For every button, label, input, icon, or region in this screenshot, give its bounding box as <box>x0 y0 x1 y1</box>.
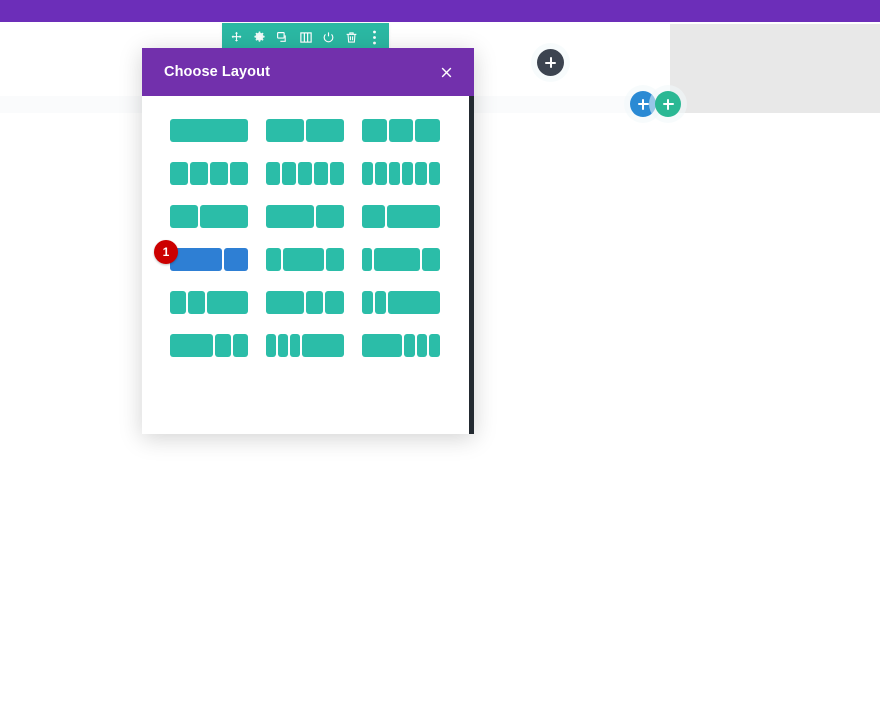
modal-title: Choose Layout <box>164 64 271 80</box>
gear-icon[interactable] <box>250 26 270 48</box>
duplicate-icon[interactable] <box>273 26 293 48</box>
add-section-button[interactable] <box>537 49 564 76</box>
layout-option-sixth-sixth-sixth-half[interactable] <box>266 334 344 357</box>
layout-column <box>401 162 414 185</box>
selection-badge: 1 <box>154 240 178 264</box>
layout-option-2-columns[interactable] <box>266 119 344 142</box>
layout-column <box>415 162 427 185</box>
layout-column <box>223 248 248 271</box>
layout-column <box>170 119 248 142</box>
layout-column <box>277 334 288 357</box>
layout-column <box>266 119 304 142</box>
layout-column <box>215 334 231 357</box>
layout-column <box>266 291 305 314</box>
layout-column <box>266 334 276 357</box>
layout-option-quarter-quarter-half[interactable] <box>170 291 248 314</box>
modal-header: Choose Layout <box>142 48 474 96</box>
layout-column <box>362 119 387 142</box>
layout-option-1-column[interactable] <box>170 119 248 142</box>
layout-option-half-sixth-sixth-sixth[interactable] <box>362 334 440 357</box>
layout-column <box>421 248 440 271</box>
modal-body: 1 <box>142 96 474 434</box>
layout-option-half-quarter-quarter[interactable] <box>266 291 344 314</box>
layout-column <box>325 291 344 314</box>
layout-column <box>362 291 374 314</box>
layout-option-one-third-two-thirds[interactable] <box>170 205 248 228</box>
layout-options-grid: 1 <box>142 119 474 357</box>
add-module-button[interactable] <box>655 91 681 117</box>
module-toolbar[interactable] <box>222 23 389 51</box>
layout-column <box>375 291 387 314</box>
layout-column <box>416 334 428 357</box>
layout-column <box>325 248 344 271</box>
layout-option-two-thirds-one-third[interactable] <box>266 205 344 228</box>
layout-option-5-columns[interactable] <box>266 162 344 185</box>
move-icon[interactable] <box>227 26 247 48</box>
layout-column <box>428 162 440 185</box>
modal-scrollbar-thumb[interactable] <box>469 96 474 434</box>
layout-column <box>403 334 415 357</box>
plus-icon <box>662 98 674 110</box>
admin-top-bar <box>0 0 880 22</box>
plus-icon <box>545 57 556 68</box>
layout-column <box>301 334 344 357</box>
layout-column <box>282 248 324 271</box>
layout-column <box>232 334 248 357</box>
layout-option-half-sixth-sixth[interactable] <box>170 334 248 357</box>
add-row-button[interactable] <box>630 91 656 117</box>
layout-column <box>170 205 199 228</box>
layout-column <box>298 162 312 185</box>
layout-option-quarter-half-quarter[interactable] <box>266 248 344 271</box>
power-icon[interactable] <box>319 26 339 48</box>
layout-option-sixth-sixth-two-thirds[interactable] <box>362 291 440 314</box>
layout-option-three-quarters-one-quarter-selected[interactable]: 1 <box>154 240 248 271</box>
plus-icon <box>637 98 649 110</box>
layout-column <box>306 119 344 142</box>
layout-column <box>388 162 400 185</box>
layout-column <box>315 205 344 228</box>
layout-column <box>200 205 248 228</box>
layout-column <box>266 162 280 185</box>
layout-column <box>388 119 414 142</box>
layout-option-6-columns[interactable] <box>362 162 440 185</box>
layout-column <box>388 291 440 314</box>
layout-option-3-columns[interactable] <box>362 119 441 142</box>
layout-column <box>386 205 440 228</box>
layout-column <box>170 334 214 357</box>
layout-column <box>362 248 372 271</box>
choose-layout-icon[interactable] <box>296 26 316 48</box>
layout-column <box>170 162 188 185</box>
close-icon[interactable] <box>436 62 456 82</box>
layout-column <box>206 291 248 314</box>
layout-column <box>429 334 440 357</box>
layout-column <box>170 291 187 314</box>
layout-column <box>330 162 344 185</box>
layout-column <box>306 291 324 314</box>
layout-column <box>282 162 296 185</box>
layout-column <box>375 162 387 185</box>
layout-column <box>362 162 374 185</box>
layout-option-sixth-two-thirds-sixth[interactable] <box>362 248 440 271</box>
layout-column <box>266 205 314 228</box>
choose-layout-modal: Choose Layout 1 <box>142 48 474 434</box>
layout-column <box>362 205 385 228</box>
layout-column <box>190 162 208 185</box>
layout-column <box>266 248 281 271</box>
layout-column <box>210 162 228 185</box>
layout-column <box>230 162 248 185</box>
layout-option-4-columns[interactable] <box>170 162 248 185</box>
layout-option-one-quarter-three-quarters[interactable] <box>362 205 440 228</box>
layout-column <box>415 119 441 142</box>
more-options-icon[interactable] <box>365 26 385 48</box>
placeholder-gray-block <box>670 24 880 113</box>
layout-column <box>373 248 420 271</box>
layout-column <box>362 334 402 357</box>
trash-icon[interactable] <box>342 26 362 48</box>
layout-column <box>289 334 300 357</box>
layout-column <box>188 291 205 314</box>
layout-column <box>314 162 328 185</box>
